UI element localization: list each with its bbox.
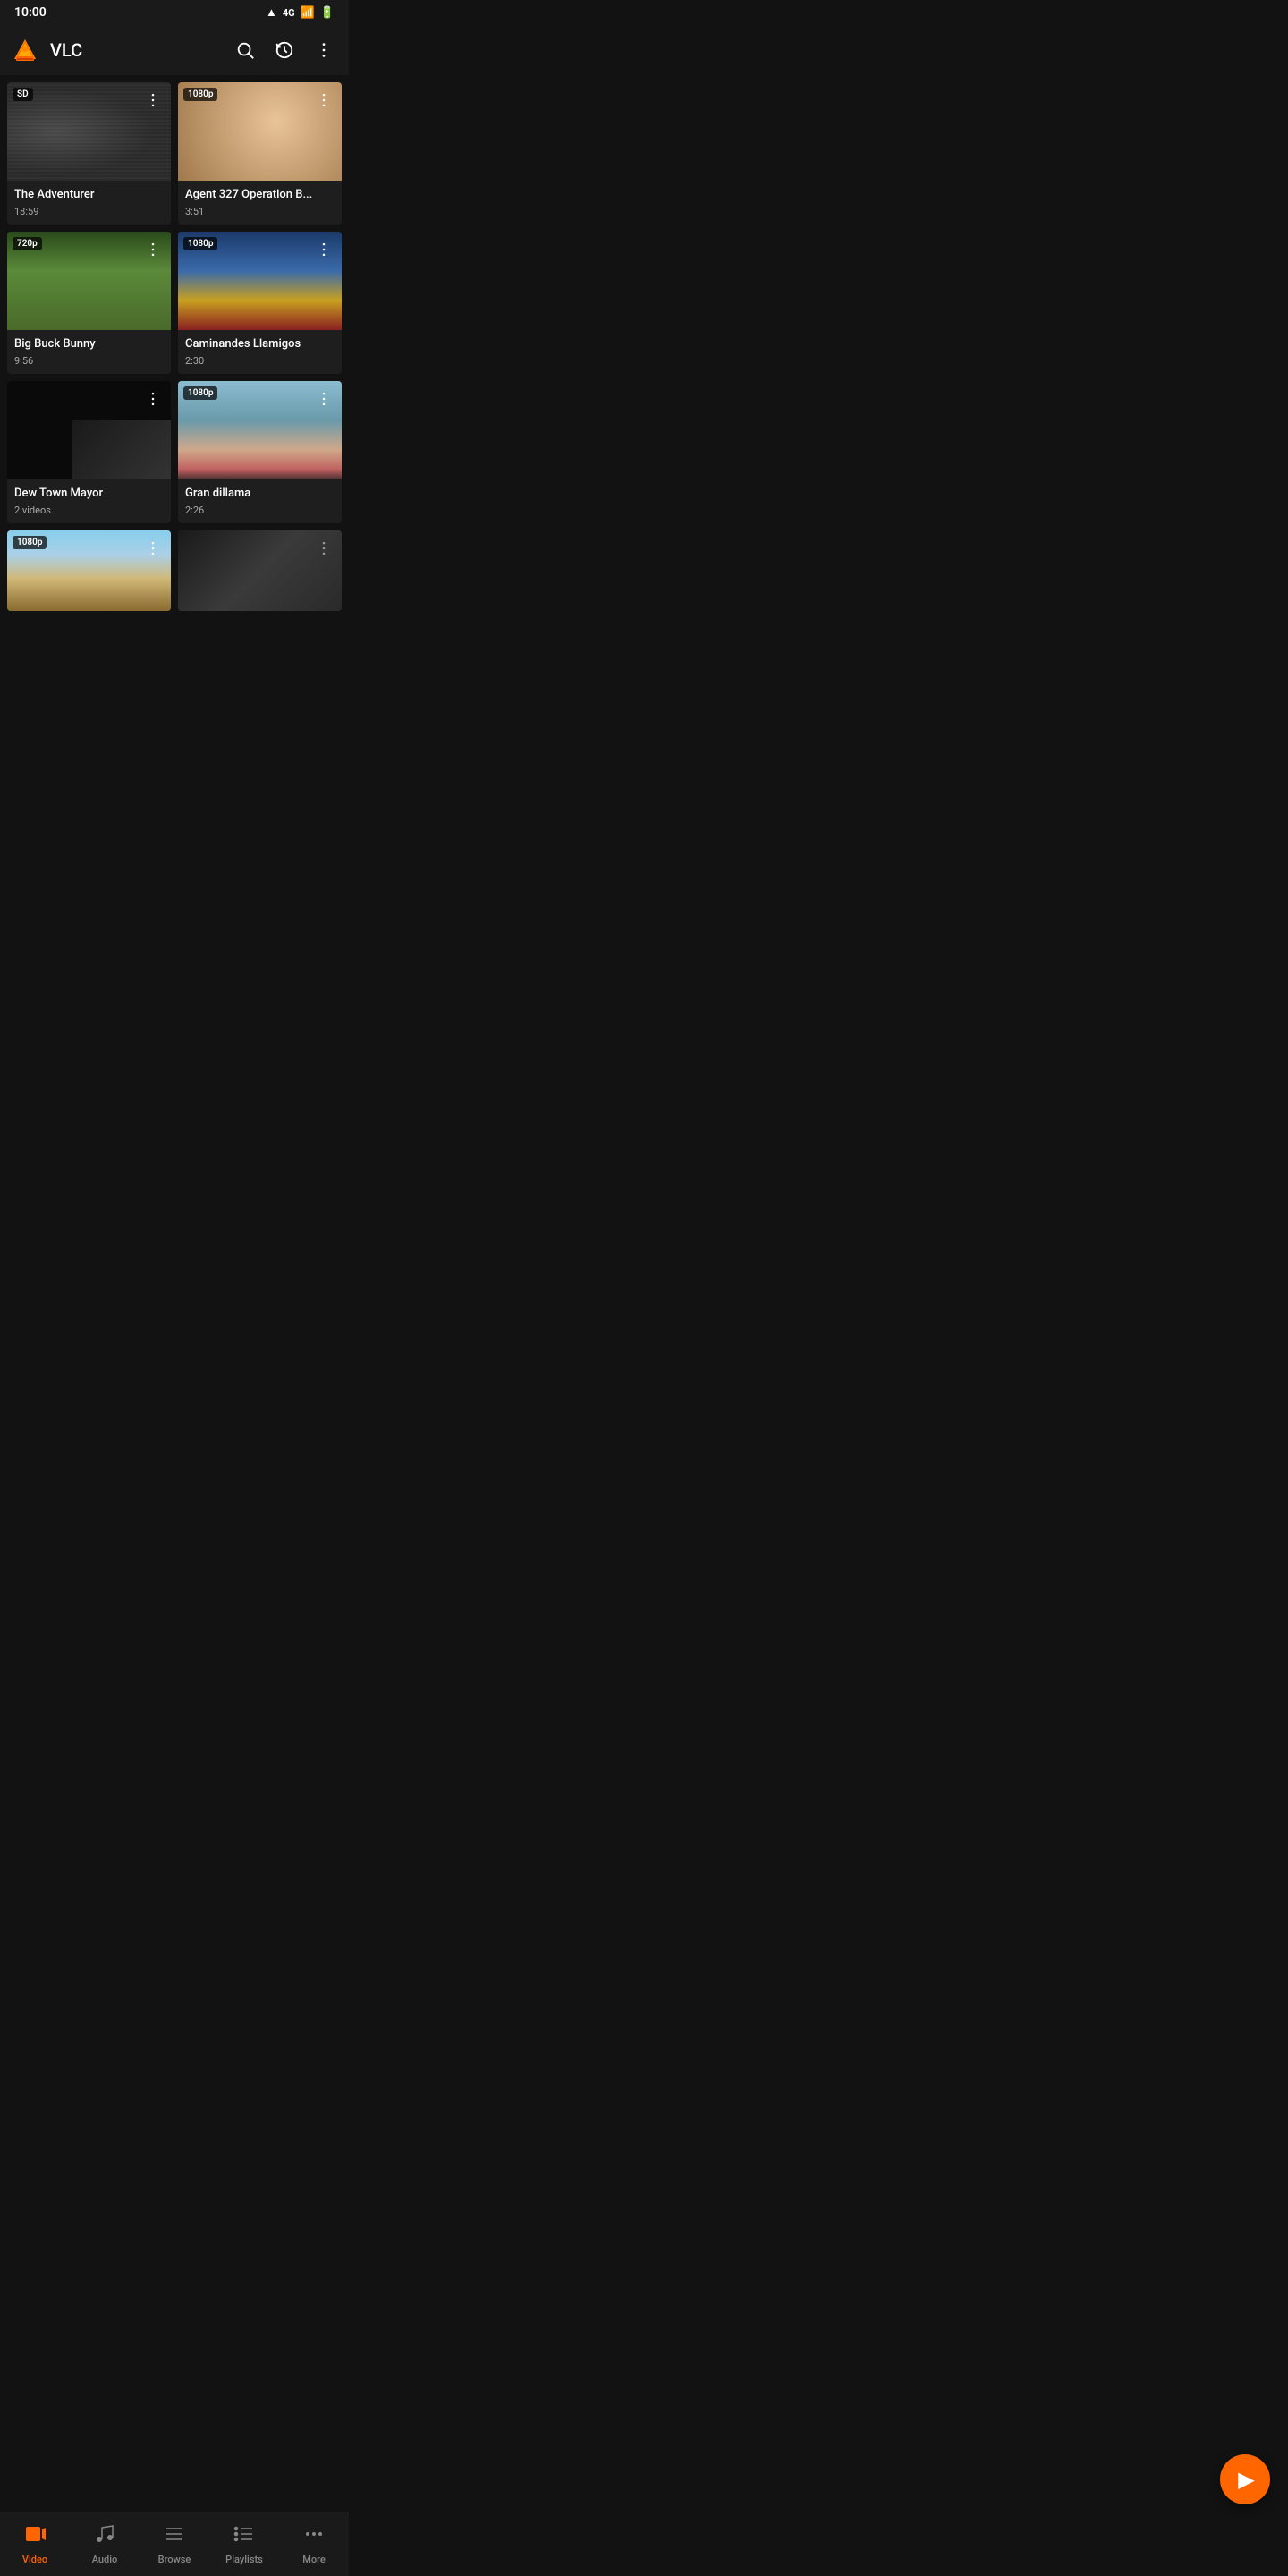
video-title: Dew Town Mayor [14, 487, 164, 502]
quality-badge: SD [13, 88, 33, 101]
audio-nav-icon [94, 2523, 115, 2550]
video-title: The Adventurer [14, 188, 164, 203]
toolbar: VLC [0, 25, 349, 75]
video-info: The Adventurer 18:59 [7, 181, 171, 225]
video-card-agent327[interactable]: 1080p Agent 327 Operation B... 3:51 [178, 82, 342, 225]
video-count: 2 videos [14, 504, 164, 516]
play-fab-button[interactable]: ▶ [1220, 2454, 1270, 2504]
quality-badge: 720p [13, 237, 42, 250]
nav-item-audio[interactable]: Audio [70, 2516, 140, 2572]
card-menu-button[interactable] [309, 235, 338, 264]
video-duration: 3:51 [185, 206, 335, 217]
wifi-icon: ▲ [266, 5, 277, 20]
video-title: Agent 327 Operation B... [185, 188, 335, 203]
video-duration: 9:56 [14, 355, 164, 367]
video-duration: 2:30 [185, 355, 335, 367]
video-title: Gran dillama [185, 487, 335, 502]
signal-bars-icon: 📶 [301, 6, 315, 20]
nav-item-video[interactable]: Video [0, 2516, 70, 2572]
history-button[interactable] [267, 32, 302, 68]
signal-4g-icon: 4G [283, 7, 295, 19]
video-thumbnail-bigbuck: 720p [7, 232, 171, 330]
status-time: 10:00 [14, 5, 47, 20]
playlists-nav-icon [233, 2523, 255, 2550]
more-options-button[interactable] [306, 32, 342, 68]
nav-label-audio: Audio [92, 2554, 118, 2565]
video-info: Dew Town Mayor 2 videos [7, 479, 171, 523]
video-thumbnail-caminandes: 1080p [178, 232, 342, 330]
bottom-nav: Video Audio Browse [0, 2512, 349, 2576]
video-duration: 2:26 [185, 504, 335, 516]
video-info: Agent 327 Operation B... 3:51 [178, 181, 342, 225]
app-logo [7, 32, 43, 68]
video-card-caminandes[interactable]: 1080p Caminandes Llamigos 2:30 [178, 232, 342, 374]
nav-item-more[interactable]: More [279, 2516, 349, 2572]
video-card-adventurer[interactable]: SD The Adventurer 18:59 [7, 82, 171, 225]
card-menu-button[interactable] [309, 534, 338, 563]
main-content: SD The Adventurer 18:59 1080p [0, 75, 349, 690]
video-info: Big Buck Bunny 9:56 [7, 330, 171, 374]
play-icon: ▶ [1238, 2467, 1254, 2492]
video-grid: SD The Adventurer 18:59 1080p [0, 75, 349, 618]
video-card-gran[interactable]: 1080p Gran dillama 2:26 [178, 381, 342, 523]
card-menu-button[interactable] [139, 534, 167, 563]
status-icons: ▲ 4G 📶 🔋 [266, 5, 335, 20]
video-card-partial[interactable] [178, 530, 342, 611]
video-info: Gran dillama 2:26 [178, 479, 342, 523]
battery-icon: 🔋 [320, 6, 335, 20]
nav-label-playlists: Playlists [225, 2554, 263, 2565]
card-menu-button[interactable] [139, 385, 167, 413]
more-nav-icon [303, 2523, 325, 2550]
video-card-dewtown[interactable]: Dew Town Mayor 2 videos [7, 381, 171, 523]
nav-label-video: Video [22, 2554, 47, 2565]
nav-label-more: More [302, 2554, 326, 2565]
video-title: Big Buck Bunny [14, 337, 164, 352]
video-thumbnail-partial [178, 530, 342, 611]
video-thumbnail-dewtown [7, 381, 171, 479]
video-thumbnail-agent327: 1080p [178, 82, 342, 181]
search-button[interactable] [227, 32, 263, 68]
video-thumbnail-llama: 1080p [7, 530, 171, 611]
card-menu-button[interactable] [309, 86, 338, 114]
quality-badge: 1080p [13, 536, 47, 549]
video-duration: 18:59 [14, 206, 164, 217]
card-menu-button[interactable] [139, 235, 167, 264]
video-title: Caminandes Llamigos [185, 337, 335, 352]
video-nav-icon [24, 2523, 46, 2550]
app-title: VLC [50, 39, 220, 61]
video-card-bigbuck[interactable]: 720p Big Buck Bunny 9:56 [7, 232, 171, 374]
nav-item-playlists[interactable]: Playlists [209, 2516, 279, 2572]
video-card-llama[interactable]: 1080p [7, 530, 171, 611]
video-thumbnail-adventurer: SD [7, 82, 171, 181]
browse-nav-icon [164, 2523, 185, 2550]
card-menu-button[interactable] [139, 86, 167, 114]
video-info: Caminandes Llamigos 2:30 [178, 330, 342, 374]
nav-item-browse[interactable]: Browse [140, 2516, 209, 2572]
toolbar-actions [227, 32, 342, 68]
quality-badge: 1080p [183, 237, 217, 250]
nav-label-browse: Browse [158, 2554, 191, 2565]
video-thumbnail-gran: 1080p [178, 381, 342, 479]
status-bar: 10:00 ▲ 4G 📶 🔋 [0, 0, 349, 25]
quality-badge: 1080p [183, 88, 217, 101]
quality-badge: 1080p [183, 386, 217, 400]
card-menu-button[interactable] [309, 385, 338, 413]
